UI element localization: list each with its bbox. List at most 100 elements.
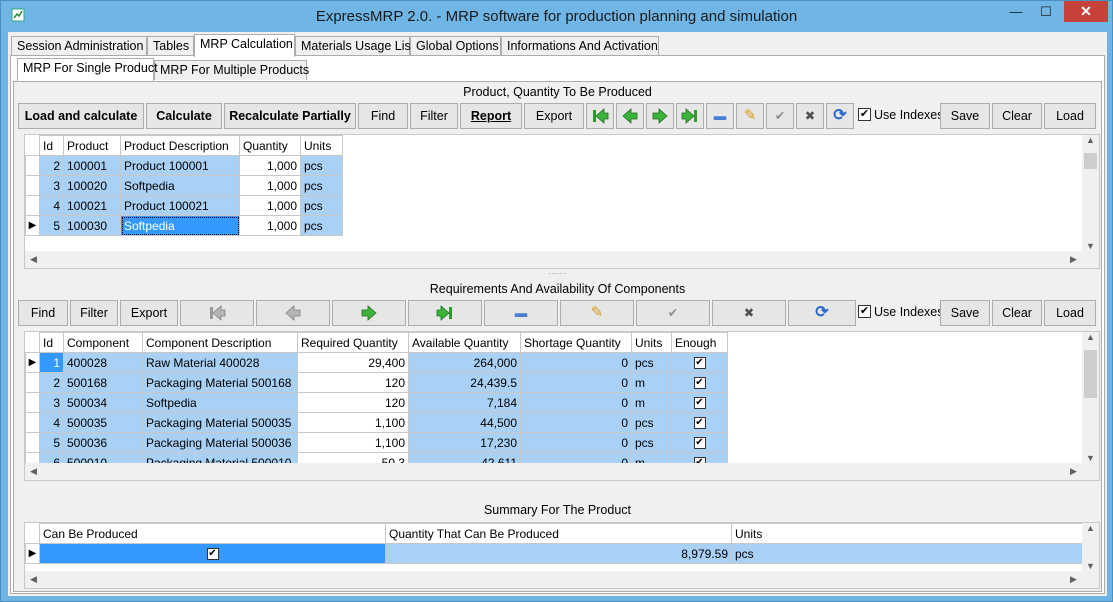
first-record-icon[interactable]: [180, 300, 254, 326]
cell-id[interactable]: 4: [39, 195, 64, 216]
cell-id[interactable]: 5: [39, 432, 64, 453]
export-button[interactable]: Export: [120, 300, 178, 326]
col-shortage-quantity[interactable]: Shortage Quantity: [520, 332, 632, 353]
table-row[interactable]: 4 500035 Packaging Material 500035 1,100…: [25, 412, 728, 433]
table-row[interactable]: 3 500034 Softpedia 120 7,184 0 m ✔: [25, 392, 728, 413]
cell-component[interactable]: 500168: [63, 372, 143, 393]
cell-required[interactable]: 1,100: [297, 412, 409, 433]
edit-record-icon[interactable]: ✎: [736, 103, 764, 129]
cell-shortage[interactable]: 0: [520, 352, 632, 373]
first-record-icon[interactable]: [586, 103, 614, 129]
cell-id[interactable]: 4: [39, 412, 64, 433]
cell-product[interactable]: 100020: [63, 175, 121, 196]
cell-units[interactable]: pcs: [631, 432, 672, 453]
find-button[interactable]: Find: [18, 300, 68, 326]
tab-global-options[interactable]: Global Options: [410, 36, 501, 56]
cell-units[interactable]: m: [631, 392, 672, 413]
scroll-thumb[interactable]: [1084, 153, 1097, 169]
cell-required[interactable]: 120: [297, 372, 409, 393]
last-record-icon[interactable]: [408, 300, 482, 326]
summary-vertical-scrollbar[interactable]: ▲ ▼: [1082, 523, 1099, 571]
cell-component[interactable]: 500035: [63, 412, 143, 433]
close-button[interactable]: ✕: [1064, 1, 1108, 22]
cell-product[interactable]: 100030: [63, 215, 121, 236]
cell-id[interactable]: 5: [39, 215, 64, 236]
cell-id[interactable]: 3: [39, 392, 64, 413]
cell-component[interactable]: 500036: [63, 432, 143, 453]
cell-component[interactable]: 500034: [63, 392, 143, 413]
last-record-icon[interactable]: [676, 103, 704, 129]
cell-id[interactable]: 2: [39, 372, 64, 393]
report-button[interactable]: Report: [460, 103, 522, 129]
cell-description[interactable]: Packaging Material 500168: [142, 372, 298, 393]
cell-enough[interactable]: ✔: [671, 412, 728, 433]
cell-shortage[interactable]: 0: [520, 372, 632, 393]
col-available-quantity[interactable]: Available Quantity: [408, 332, 521, 353]
cell-quantity-produced[interactable]: 8,979.59: [385, 543, 732, 564]
scroll-right-arrow-icon[interactable]: ▶: [1065, 254, 1082, 265]
cell-description[interactable]: Raw Material 400028: [142, 352, 298, 373]
cell-enough[interactable]: ✔: [671, 352, 728, 373]
product-horizontal-scrollbar[interactable]: ◀ ▶: [25, 251, 1099, 268]
cell-description[interactable]: Packaging Material 500035: [142, 412, 298, 433]
cell-id[interactable]: 1: [39, 352, 64, 373]
edit-record-icon[interactable]: ✎: [560, 300, 634, 326]
find-button[interactable]: Find: [358, 103, 408, 129]
cell-units[interactable]: m: [631, 372, 672, 393]
filter-button[interactable]: Filter: [410, 103, 458, 129]
scroll-down-arrow-icon[interactable]: ▼: [1082, 453, 1099, 463]
summary-horizontal-scrollbar[interactable]: ◀ ▶: [25, 571, 1099, 588]
cell-shortage[interactable]: 0: [520, 392, 632, 413]
scroll-thumb[interactable]: [1084, 350, 1097, 398]
cell-description[interactable]: Softpedia: [120, 175, 240, 196]
tab-mrp-single-product[interactable]: MRP For Single Product: [17, 58, 158, 81]
clear-button[interactable]: Clear: [992, 103, 1042, 129]
cell-enough[interactable]: ✔: [671, 432, 728, 453]
tab-tables[interactable]: Tables: [147, 36, 194, 56]
col-quantity-can-be-produced[interactable]: Quantity That Can Be Produced: [385, 523, 732, 544]
cell-description[interactable]: Softpedia: [142, 392, 298, 413]
maximize-button[interactable]: ☐: [1032, 2, 1060, 22]
cell-description-focused[interactable]: Softpedia: [120, 215, 240, 236]
col-units[interactable]: Units: [631, 332, 672, 353]
cell-quantity[interactable]: 1,000: [239, 195, 301, 216]
col-units[interactable]: Units: [731, 523, 1083, 544]
cell-quantity[interactable]: 1,000: [239, 155, 301, 176]
table-row[interactable]: 3 100020 Softpedia 1,000 pcs: [25, 175, 343, 196]
load-and-calculate-button[interactable]: Load and calculate: [18, 103, 144, 129]
cell-enough[interactable]: ✔: [671, 392, 728, 413]
cell-available[interactable]: 24,439.5: [408, 372, 521, 393]
export-button[interactable]: Export: [524, 103, 584, 129]
table-row[interactable]: 5 500036 Packaging Material 500036 1,100…: [25, 432, 728, 453]
table-row[interactable]: 2 500168 Packaging Material 500168 120 2…: [25, 372, 728, 393]
cancel-record-icon[interactable]: ✖: [796, 103, 824, 129]
cell-product[interactable]: 100001: [63, 155, 121, 176]
can-be-produced-checkbox[interactable]: ✔: [206, 548, 219, 561]
col-id[interactable]: Id: [39, 332, 64, 353]
cell-description[interactable]: Product 100001: [120, 155, 240, 176]
cell-can-be-produced[interactable]: ✔: [39, 543, 386, 564]
scroll-up-arrow-icon[interactable]: ▲: [1082, 135, 1099, 145]
cell-available[interactable]: 17,230: [408, 432, 521, 453]
cell-available[interactable]: 264,000: [408, 352, 521, 373]
post-record-icon[interactable]: ✔: [636, 300, 710, 326]
table-row[interactable]: ▶ 5 100030 Softpedia 1,000 pcs: [25, 215, 343, 236]
splitter-handle[interactable]: ·······: [14, 270, 1101, 278]
col-quantity[interactable]: Quantity: [239, 135, 301, 156]
refresh-icon[interactable]: ⟳: [788, 300, 856, 326]
col-product-description[interactable]: Product Description: [120, 135, 240, 156]
calculate-button[interactable]: Calculate: [146, 103, 222, 129]
cell-quantity[interactable]: 1,000: [239, 215, 301, 236]
refresh-icon[interactable]: ⟳: [826, 103, 854, 129]
cell-units[interactable]: pcs: [631, 352, 672, 373]
scroll-left-arrow-icon[interactable]: ◀: [25, 254, 42, 265]
requirements-horizontal-scrollbar[interactable]: ◀ ▶: [25, 463, 1099, 480]
save-button[interactable]: Save: [940, 103, 990, 129]
cell-required[interactable]: 120: [297, 392, 409, 413]
tab-mrp-calculation[interactable]: MRP Calculation: [194, 34, 295, 57]
col-enough[interactable]: Enough: [671, 332, 728, 353]
enough-checkbox[interactable]: ✔: [693, 437, 706, 450]
table-row[interactable]: ▶ ✔ 8,979.59 pcs: [25, 543, 1083, 564]
prev-record-icon[interactable]: [616, 103, 644, 129]
delete-record-icon[interactable]: ▬: [484, 300, 558, 326]
